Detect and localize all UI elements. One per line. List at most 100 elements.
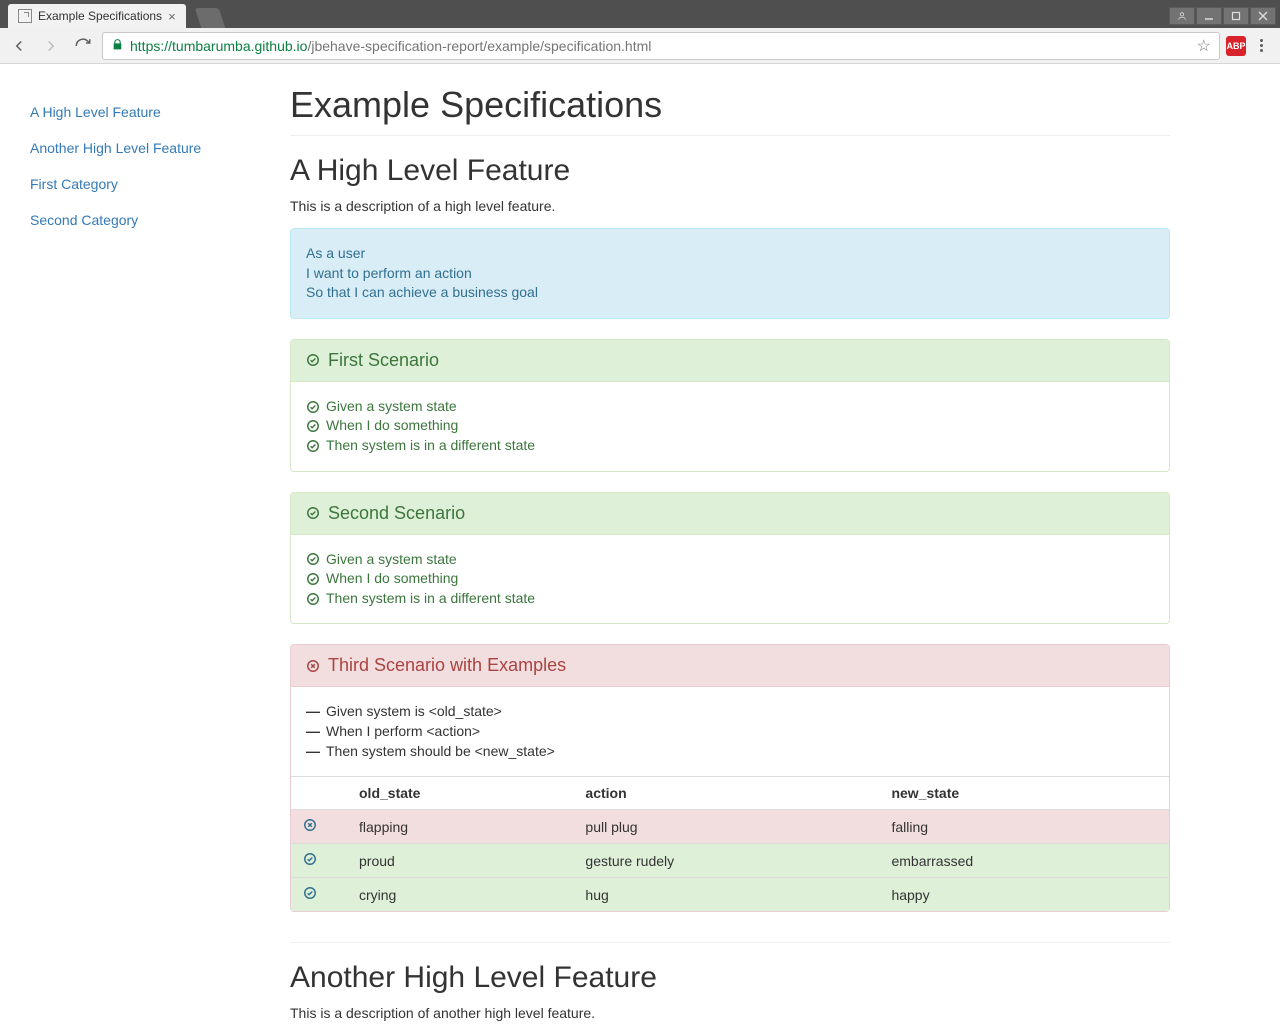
cell-action: hug [577,878,883,912]
scenario-step: — When I perform <action> [306,722,1154,742]
check-circle-icon [306,552,320,566]
browser-toolbar: https://tumbarumba.github.io/jbehave-spe… [0,28,1280,64]
address-bar[interactable]: https://tumbarumba.github.io/jbehave-spe… [102,32,1220,60]
sidebar-nav: A High Level Feature Another High Level … [30,84,290,1024]
sidebar-item-high-level-feature[interactable]: A High Level Feature [30,94,290,130]
browser-tab-active[interactable]: Example Specifications × [8,4,186,28]
scenario-body: Given a system state When I do something… [291,535,1169,624]
minus-icon: — [306,742,320,762]
row-status-icon [291,810,351,844]
page-favicon-icon [18,9,32,23]
step-text: When I do something [326,416,458,436]
scenario-step: When I do something [306,569,1154,589]
url-path: /jbehave-specification-report/example/sp… [307,38,651,54]
table-header-status [291,777,351,810]
feature-description: This is a description of another high le… [290,1005,1170,1021]
examples-table: old_state action new_state flapping pull… [291,776,1169,911]
lock-icon [111,38,124,54]
minus-icon: — [306,702,320,722]
close-tab-icon[interactable]: × [168,10,176,23]
step-text: Given system is <old_state> [326,702,502,722]
check-circle-icon [306,592,320,606]
user-icon[interactable] [1169,7,1195,25]
table-header-row: old_state action new_state [291,777,1169,810]
feature-title: A High Level Feature [290,154,1170,188]
feature-title: Another High Level Feature [290,961,1170,995]
scenario-title: Third Scenario with Examples [328,655,566,676]
row-status-icon [291,844,351,878]
cell-new-state: embarrassed [883,844,1169,878]
window-controls [1169,0,1280,28]
new-tab-button[interactable] [194,8,224,28]
step-text: Then system is in a different state [326,589,535,609]
scenario-title: Second Scenario [328,503,465,524]
scenario-title: First Scenario [328,350,439,371]
scenario-body: — Given system is <old_state> — When I p… [291,687,1169,776]
narrative-block: As a user I want to perform an action So… [290,228,1170,319]
scenario-step: When I do something [306,416,1154,436]
reload-button[interactable] [70,33,96,59]
cell-action: gesture rudely [577,844,883,878]
section-divider [290,942,1170,943]
sidebar-item-first-category[interactable]: First Category [30,166,290,202]
step-text: Then system should be <new_state> [326,742,555,762]
url-origin: https://tumbarumba.github.io [130,38,307,54]
check-circle-icon [306,439,320,453]
main-content: Example Specifications A High Level Feat… [290,84,1170,1024]
minimize-button[interactable] [1196,7,1222,25]
scenario-panel-second: Second Scenario Given a system state Whe… [290,492,1170,625]
sidebar-item-another-high-level-feature[interactable]: Another High Level Feature [30,130,290,166]
cell-action: pull plug [577,810,883,844]
scenario-step: Then system is in a different state [306,589,1154,609]
close-window-button[interactable] [1250,7,1276,25]
browser-menu-button[interactable] [1252,39,1270,52]
check-circle-icon [306,506,320,520]
tab-title: Example Specifications [38,9,162,23]
forward-button[interactable] [38,33,64,59]
tab-row: Example Specifications × [0,0,1169,28]
back-button[interactable] [6,33,32,59]
scenario-step: — Then system should be <new_state> [306,742,1154,762]
table-header: new_state [883,777,1169,810]
times-circle-icon [306,659,320,673]
step-text: Given a system state [326,550,457,570]
table-row: flapping pull plug falling [291,810,1169,844]
step-text: When I perform <action> [326,722,480,742]
check-circle-icon [306,353,320,367]
cell-old-state: crying [351,878,577,912]
step-text: Then system is in a different state [326,436,535,456]
minus-icon: — [306,722,320,742]
table-header: old_state [351,777,577,810]
page-title: Example Specifications [290,84,1170,136]
check-circle-icon [306,400,320,414]
url-text: https://tumbarumba.github.io/jbehave-spe… [130,38,651,54]
scenario-body: Given a system state When I do something… [291,382,1169,471]
table-row: crying hug happy [291,878,1169,912]
table-row: proud gesture rudely embarrassed [291,844,1169,878]
sidebar-item-second-category[interactable]: Second Category [30,202,290,238]
scenario-step: — Given system is <old_state> [306,702,1154,722]
maximize-button[interactable] [1223,7,1249,25]
scenario-heading[interactable]: First Scenario [291,340,1169,382]
table-header: action [577,777,883,810]
feature-description: This is a description of a high level fe… [290,198,1170,214]
bookmark-star-icon[interactable]: ☆ [1197,36,1211,56]
cell-new-state: falling [883,810,1169,844]
step-text: When I do something [326,569,458,589]
scenario-step: Given a system state [306,397,1154,417]
page-scroll-area[interactable]: A High Level Feature Another High Level … [0,64,1280,1024]
narrative-line: I want to perform an action [306,264,1154,284]
check-circle-icon [303,886,317,900]
check-circle-icon [303,852,317,866]
browser-titlebar: Example Specifications × [0,0,1280,28]
row-status-icon [291,878,351,912]
adblock-extension-icon[interactable]: ABP [1226,36,1246,56]
step-text: Given a system state [326,397,457,417]
check-circle-icon [306,419,320,433]
scenario-heading[interactable]: Second Scenario [291,493,1169,535]
check-circle-icon [306,572,320,586]
narrative-line: So that I can achieve a business goal [306,283,1154,303]
narrative-line: As a user [306,244,1154,264]
cell-old-state: flapping [351,810,577,844]
scenario-heading[interactable]: Third Scenario with Examples [291,645,1169,687]
